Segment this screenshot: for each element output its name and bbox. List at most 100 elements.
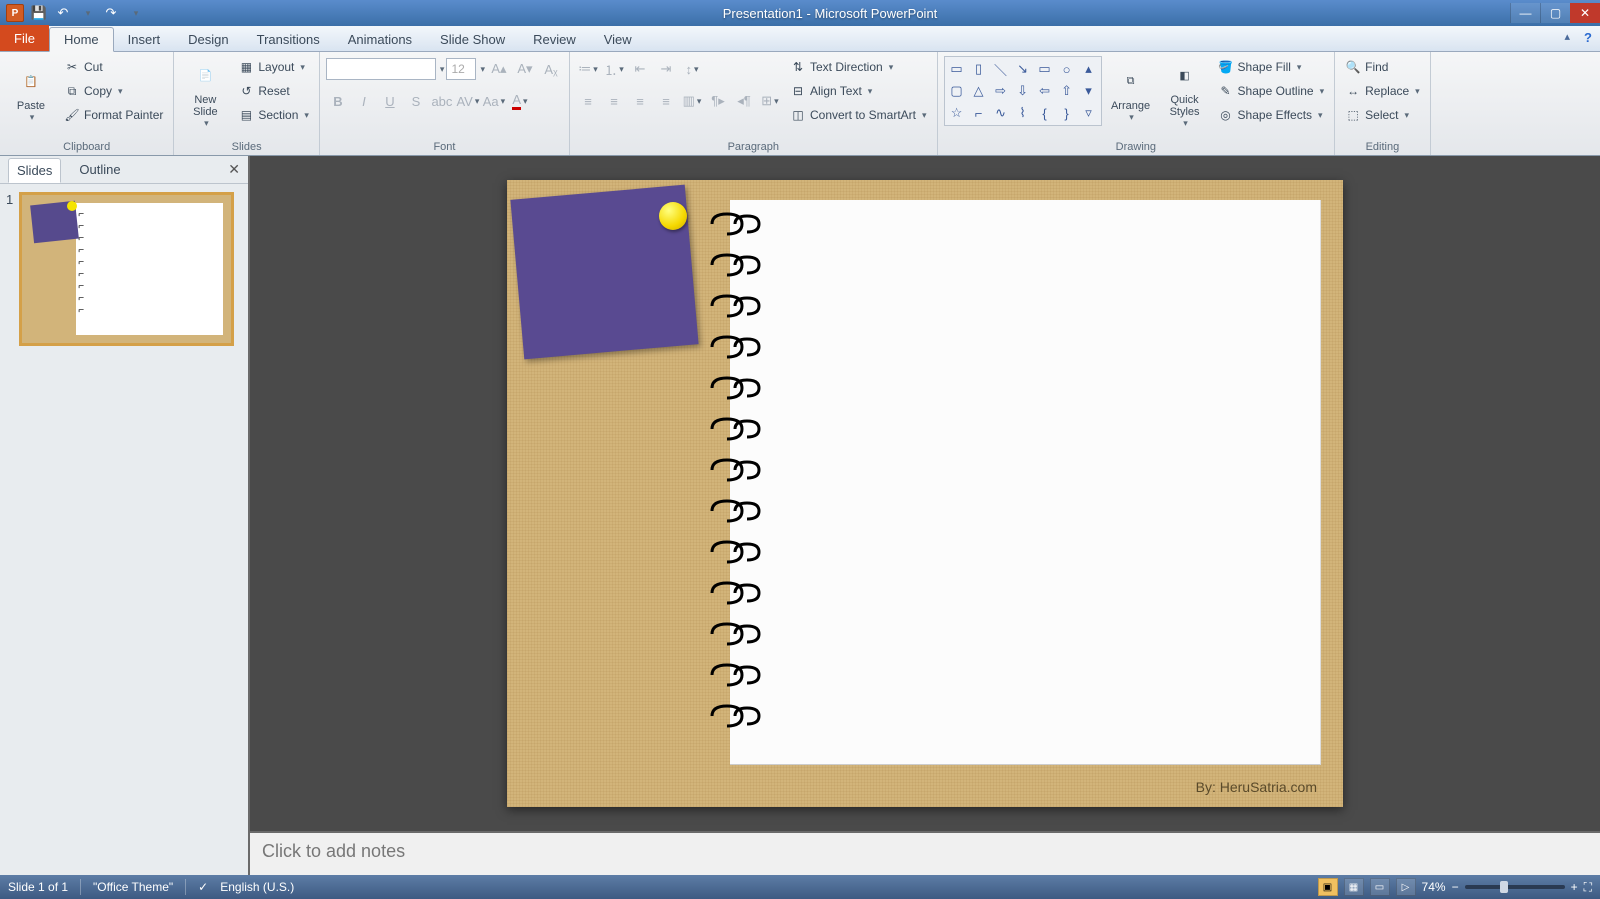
panel-tab-slides[interactable]: Slides <box>8 158 61 183</box>
tab-transitions[interactable]: Transitions <box>243 28 334 51</box>
status-language[interactable]: English (U.S.) <box>220 880 294 894</box>
character-spacing-button[interactable]: AV▾ <box>456 89 480 113</box>
copy-button[interactable]: ⧉Copy▾ <box>60 80 167 102</box>
notes-pane[interactable]: Click to add notes <box>250 831 1600 875</box>
align-right-button[interactable]: ≡ <box>628 89 652 113</box>
status-slide-info[interactable]: Slide 1 of 1 <box>8 880 68 894</box>
font-color-button[interactable]: A▾ <box>508 89 532 113</box>
convert-smartart-button[interactable]: ◫Convert to SmartArt▾ <box>786 104 931 126</box>
ltr-button[interactable]: ¶▸ <box>706 89 730 113</box>
shape-down-arrow-icon[interactable]: ⇩ <box>1013 81 1033 101</box>
text-shadow-button[interactable]: abc <box>430 89 454 113</box>
quick-styles-button[interactable]: ◧Quick Styles▾ <box>1160 56 1210 132</box>
replace-button[interactable]: ↔Replace▾ <box>1341 80 1424 102</box>
bold-button[interactable]: B <box>326 89 350 113</box>
app-menu-icon[interactable]: P <box>4 3 26 23</box>
align-text-button[interactable]: ⊟Align Text▾ <box>786 80 931 102</box>
select-button[interactable]: ⬚Select▾ <box>1341 104 1424 126</box>
font-name-dropdown-icon[interactable]: ▾ <box>440 64 445 75</box>
shapes-gallery[interactable]: ▭ ▯ ＼ ↘ ▭ ○ ▴ ▢ △ ⇨ ⇩ ⇦ ⇧ ▾ ☆ ⌐ ∿ ⌇ { } <box>944 56 1102 126</box>
font-name-input[interactable] <box>326 58 436 80</box>
help-icon[interactable]: ? <box>1584 30 1592 45</box>
change-case-button[interactable]: Aa▾ <box>482 89 506 113</box>
save-icon[interactable]: 💾 <box>28 3 50 23</box>
shape-line-icon[interactable]: ＼ <box>991 59 1011 79</box>
font-size-input[interactable] <box>446 58 476 80</box>
panel-close-icon[interactable]: ✕ <box>228 161 240 178</box>
shape-triangle-icon[interactable]: △ <box>969 81 989 101</box>
slideshow-view-button[interactable]: ▷ <box>1396 878 1416 896</box>
shape-outline-button[interactable]: ✎Shape Outline▾ <box>1214 80 1329 102</box>
decrease-font-icon[interactable]: A▾ <box>513 57 537 81</box>
layout-button[interactable]: ▦Layout▾ <box>234 56 313 78</box>
slide-canvas[interactable]: By: HeruSatria.com <box>250 156 1600 831</box>
align-left-button[interactable]: ≡ <box>576 89 600 113</box>
zoom-level[interactable]: 74% <box>1422 880 1446 894</box>
undo-icon[interactable]: ↶ <box>52 3 74 23</box>
ribbon-collapse-icon[interactable]: ▴ <box>1564 30 1570 43</box>
columns-button[interactable]: ▥▾ <box>680 89 704 113</box>
tab-design[interactable]: Design <box>174 28 242 51</box>
bullets-button[interactable]: ≔▾ <box>576 57 600 81</box>
panel-tab-outline[interactable]: Outline <box>71 158 128 181</box>
reading-view-button[interactable]: ▭ <box>1370 878 1390 896</box>
spell-check-icon[interactable]: ✓ <box>198 880 208 894</box>
tab-slideshow[interactable]: Slide Show <box>426 28 519 51</box>
zoom-slider[interactable] <box>1465 885 1565 889</box>
close-button[interactable]: ✕ <box>1570 3 1600 23</box>
status-theme[interactable]: "Office Theme" <box>93 880 173 894</box>
shape-right-arrow-icon[interactable]: ⇨ <box>991 81 1011 101</box>
shape-connector-icon[interactable]: ⌐ <box>969 103 989 123</box>
shape-arrow-icon[interactable]: ↘ <box>1013 59 1033 79</box>
slide[interactable]: By: HeruSatria.com <box>507 180 1343 807</box>
shape-textbox-icon[interactable]: ▭ <box>947 59 967 79</box>
italic-button[interactable]: I <box>352 89 376 113</box>
format-painter-button[interactable]: 🖌Format Painter <box>60 104 167 126</box>
justify-button[interactable]: ≡ <box>654 89 678 113</box>
cut-button[interactable]: ✂Cut <box>60 56 167 78</box>
arrange-button[interactable]: ⧉Arrange▾ <box>1106 56 1156 132</box>
shape-freeform-icon[interactable]: ⌇ <box>1013 103 1033 123</box>
increase-font-icon[interactable]: A▴ <box>487 57 511 81</box>
shape-up-arrow-icon[interactable]: ⇧ <box>1057 81 1077 101</box>
maximize-button[interactable]: ▢ <box>1540 3 1570 23</box>
shape-left-arrow-icon[interactable]: ⇦ <box>1035 81 1055 101</box>
shape-rect-icon[interactable]: ▭ <box>1035 59 1055 79</box>
numbering-button[interactable]: ⒈▾ <box>602 57 626 81</box>
shape-vertical-textbox-icon[interactable]: ▯ <box>969 59 989 79</box>
thumbnail-item[interactable]: 1 ⌐⌐⌐⌐⌐⌐⌐⌐⌐ <box>6 192 242 346</box>
line-spacing-button[interactable]: ↕▾ <box>680 57 704 81</box>
normal-view-button[interactable]: ▣ <box>1318 878 1338 896</box>
shapes-more-icon[interactable]: ▿ <box>1079 103 1099 123</box>
qat-customize-icon[interactable]: ▾ <box>124 3 146 23</box>
rtl-button[interactable]: ◂¶ <box>732 89 756 113</box>
sorter-view-button[interactable]: ▦ <box>1344 878 1364 896</box>
tab-insert[interactable]: Insert <box>114 28 175 51</box>
shape-star-icon[interactable]: ☆ <box>947 103 967 123</box>
minimize-button[interactable]: — <box>1510 3 1540 23</box>
undo-dropdown-icon[interactable]: ▾ <box>76 3 98 23</box>
text-direction-button[interactable]: ⇅Text Direction▾ <box>786 56 931 78</box>
shape-fill-button[interactable]: 🪣Shape Fill▾ <box>1214 56 1329 78</box>
shape-curve-icon[interactable]: ∿ <box>991 103 1011 123</box>
fit-to-window-button[interactable]: ⛶ <box>1584 880 1592 895</box>
tab-home[interactable]: Home <box>49 27 114 52</box>
tab-review[interactable]: Review <box>519 28 590 51</box>
shapes-scroll-down-icon[interactable]: ▾ <box>1079 81 1099 101</box>
increase-indent-button[interactable]: ⇥ <box>654 57 678 81</box>
find-button[interactable]: 🔍Find <box>1341 56 1424 78</box>
clear-formatting-icon[interactable]: Aᵪ <box>539 57 563 81</box>
underline-button[interactable]: U <box>378 89 402 113</box>
shape-rounded-rect-icon[interactable]: ▢ <box>947 81 967 101</box>
shape-effects-button[interactable]: ◎Shape Effects▾ <box>1214 104 1329 126</box>
align-button[interactable]: ⊞▾ <box>758 89 782 113</box>
new-slide-button[interactable]: 📄 New Slide ▾ <box>180 56 230 132</box>
reset-button[interactable]: ↺Reset <box>234 80 313 102</box>
decrease-indent-button[interactable]: ⇤ <box>628 57 652 81</box>
paste-button[interactable]: 📋 Paste ▾ <box>6 56 56 132</box>
section-button[interactable]: ▤Section▾ <box>234 104 313 126</box>
tab-file[interactable]: File <box>0 25 49 51</box>
strikethrough-button[interactable]: S <box>404 89 428 113</box>
font-size-dropdown-icon[interactable]: ▾ <box>480 64 485 75</box>
redo-icon[interactable]: ↷ <box>100 3 122 23</box>
